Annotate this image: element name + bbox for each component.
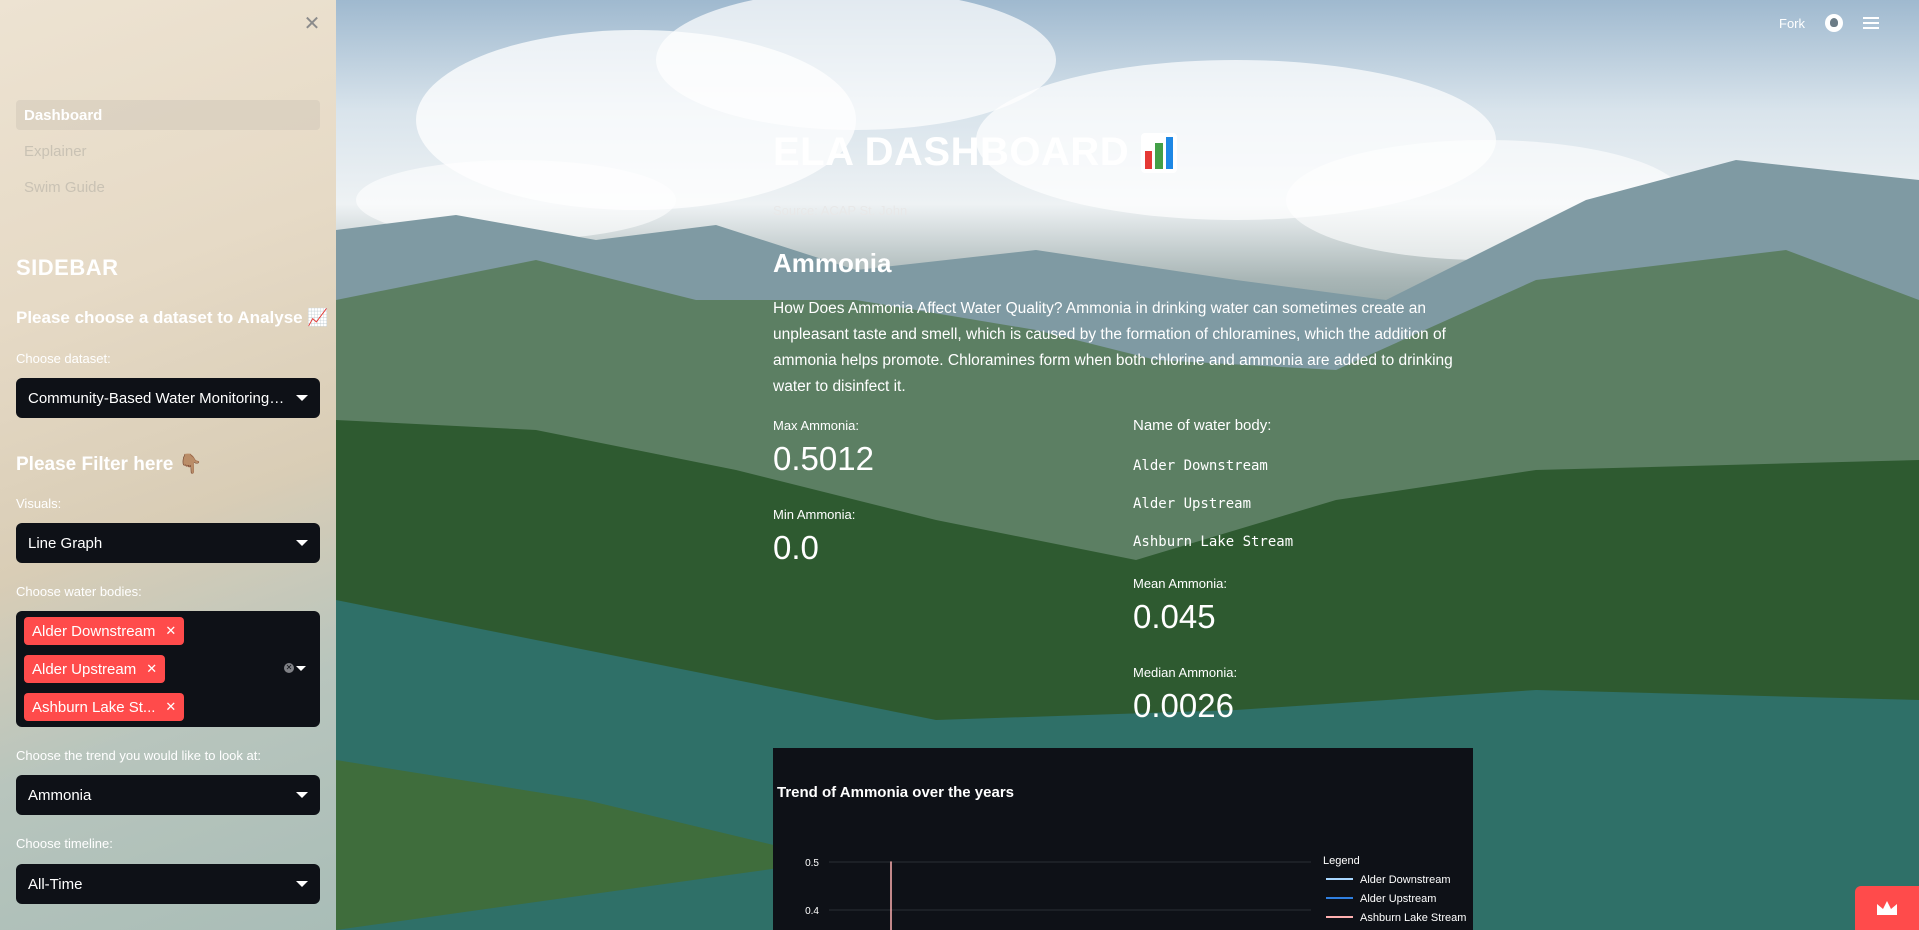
sidebar: ✕ Dashboard Explainer Swim Guide SIDEBAR… [0, 0, 336, 930]
trend-label: Choose the trend you would like to look … [16, 748, 261, 763]
min-ammonia-value: 0.0 [773, 529, 819, 566]
section-heading: Ammonia [773, 248, 892, 278]
dataset-label: Choose dataset: [16, 351, 111, 366]
max-ammonia-label: Max Ammonia: [773, 418, 859, 433]
tag-label: Ashburn Lake St... [32, 698, 156, 716]
nav-item-swim-guide[interactable]: Swim Guide [16, 172, 320, 202]
filter-heading: Please Filter here 👇🏽 [16, 454, 203, 475]
water-body-name: Alder Upstream [1133, 496, 1252, 512]
timeline-select-value: All-Time [28, 875, 83, 893]
legend-entry: Alder Downstream [1360, 874, 1450, 886]
page-title-row: ELA DASHBOARD [773, 130, 1178, 175]
tag-ashburn-lake-stream[interactable]: Ashburn Lake St... ✕ [24, 693, 185, 721]
dataset-select-value: Community-Based Water Monitoring Data [28, 389, 286, 407]
top-bar: Fork [1779, 14, 1879, 32]
trend-select[interactable]: Ammonia [16, 775, 320, 815]
dataset-heading: Please choose a dataset to Analyse 📈 [16, 308, 329, 327]
min-ammonia-label: Min Ammonia: [773, 507, 856, 522]
visuals-select-value: Line Graph [28, 534, 103, 552]
hamburger-menu-icon[interactable] [1863, 17, 1879, 29]
bar-chart-icon [1141, 132, 1178, 173]
legend-title: Legend [1323, 855, 1360, 867]
dataset-select[interactable]: Community-Based Water Monitoring Data [16, 378, 320, 418]
timeline-select[interactable]: All-Time [16, 864, 320, 904]
tag-label: Alder Upstream [32, 660, 137, 678]
chevron-down-icon [296, 792, 308, 798]
ammonia-trend-chart[interactable]: Trend of Ammonia over the years 0.5 0.4 Le… [773, 748, 1473, 930]
water-bodies-label: Choose water bodies: [16, 584, 142, 599]
water-body-name: Alder Downstream [1133, 458, 1268, 474]
remove-tag-icon[interactable]: ✕ [165, 699, 176, 715]
legend-entry: Alder Upstream [1360, 893, 1436, 905]
source-caption: Source: ACAP St. John [773, 203, 908, 218]
streamlit-crown-badge[interactable] [1855, 886, 1919, 930]
clear-all-icon[interactable]: ✕ [284, 663, 294, 673]
nav-item-explainer[interactable]: Explainer [16, 136, 320, 166]
tag-alder-downstream[interactable]: Alder Downstream ✕ [24, 617, 185, 645]
legend-entry: Ashburn Lake Stream [1360, 912, 1466, 924]
visuals-label: Visuals: [16, 496, 62, 511]
chevron-down-icon[interactable] [296, 666, 306, 671]
tag-alder-upstream[interactable]: Alder Upstream ✕ [24, 655, 166, 683]
timeline-label: Choose timeline: [16, 836, 113, 851]
chevron-down-icon [296, 881, 308, 887]
mean-ammonia-label: Mean Ammonia: [1133, 576, 1227, 591]
visuals-select[interactable]: Line Graph [16, 523, 320, 563]
remove-tag-icon[interactable]: ✕ [165, 623, 176, 639]
nav-item-dashboard[interactable]: Dashboard [16, 100, 320, 130]
section-description: How Does Ammonia Affect Water Quality? A… [773, 300, 1453, 395]
fork-link[interactable]: Fork [1779, 16, 1805, 31]
page-title: ELA DASHBOARD [773, 130, 1130, 174]
github-icon[interactable] [1825, 14, 1843, 32]
tag-label: Alder Downstream [32, 622, 156, 640]
trend-select-value: Ammonia [28, 786, 92, 804]
close-sidebar-icon[interactable]: ✕ [300, 12, 324, 36]
y-tick-label: 0.5 [805, 858, 819, 869]
remove-tag-icon[interactable]: ✕ [146, 661, 157, 677]
chevron-down-icon [296, 540, 308, 546]
water-body-names-label: Name of water body: [1133, 417, 1272, 434]
crown-icon [1877, 901, 1897, 915]
water-bodies-multiselect[interactable]: Alder Downstream ✕ Alder Upstream ✕ Ashb… [16, 611, 320, 727]
chart-svg: 0.5 0.4 LegendAlder Downstream Alder Upstre… [805, 855, 1466, 930]
max-ammonia-value: 0.5012 [773, 440, 874, 477]
water-body-name: Ashburn Lake Stream [1133, 534, 1294, 550]
sidebar-header: SIDEBAR [16, 255, 119, 280]
mean-ammonia-value: 0.045 [1133, 598, 1216, 635]
median-ammonia-label: Median Ammonia: [1133, 665, 1238, 680]
chevron-down-icon [296, 395, 308, 401]
median-ammonia-value: 0.0026 [1133, 687, 1234, 724]
sidebar-nav: Dashboard Explainer Swim Guide [16, 100, 320, 208]
y-tick-label: 0.4 [805, 906, 819, 917]
